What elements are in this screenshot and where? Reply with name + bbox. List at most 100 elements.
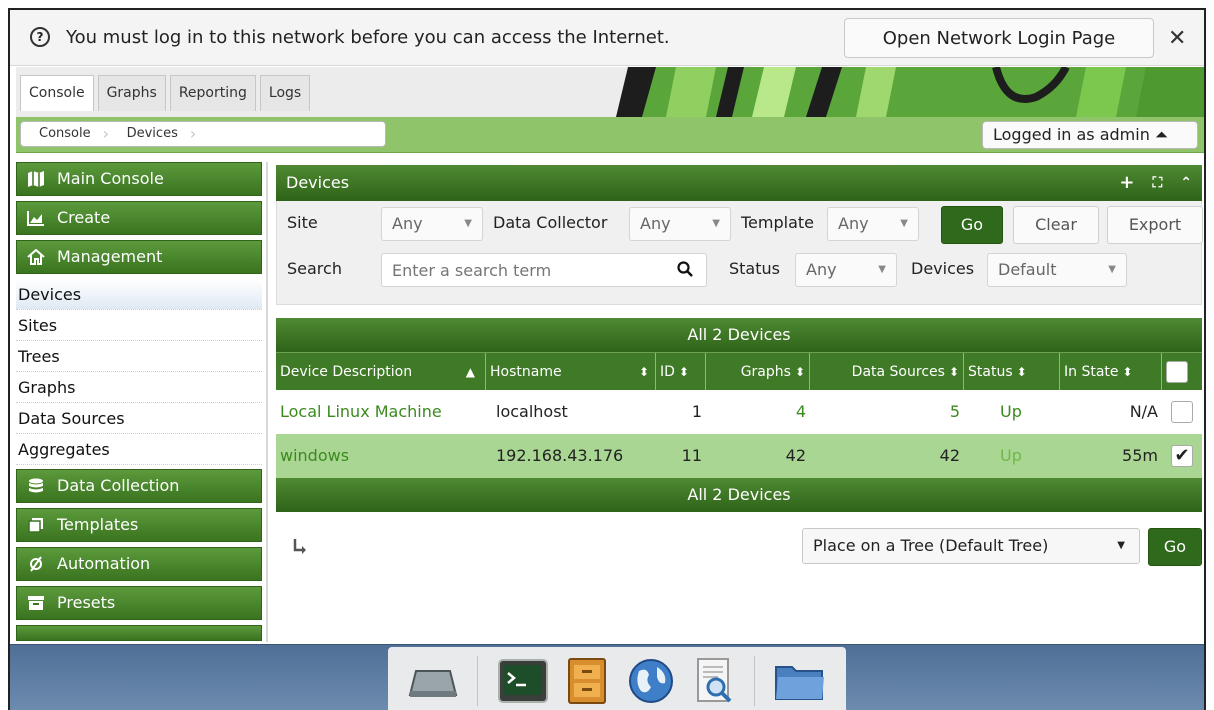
table-row[interactable]: windows 192.168.43.176 11 42 42 Up 55m ✔: [276, 434, 1202, 478]
template-select[interactable]: Any ▼: [827, 207, 919, 241]
drive-icon[interactable]: [408, 661, 458, 701]
file-cabinet-icon[interactable]: [567, 657, 607, 705]
app-header: Console Graphs Reporting Logs: [16, 67, 1204, 117]
search-input[interactable]: [381, 253, 707, 287]
tab-logs[interactable]: Logs: [259, 75, 311, 111]
chevron-down-icon: ▼: [464, 218, 472, 229]
action-go-button[interactable]: Go: [1148, 528, 1202, 566]
cell-select: [1162, 390, 1202, 434]
column-hostname[interactable]: Hostname ⬍: [486, 353, 656, 390]
sort-asc-icon: ▲: [465, 365, 475, 379]
column-data-sources[interactable]: Data Sources ⬍: [810, 353, 964, 390]
sidebar-header-data-collection[interactable]: Data Collection: [16, 469, 262, 503]
status-select-value: Any: [806, 260, 837, 279]
sidebar-header-label: Main Console: [57, 169, 164, 188]
column-label: Hostname: [490, 364, 562, 380]
site-select[interactable]: Any ▼: [381, 207, 483, 241]
table-caption: All 2 Devices: [276, 318, 1202, 352]
breadcrumb-devices[interactable]: Devices ›: [109, 122, 197, 146]
corner-arrow-icon: [293, 539, 306, 554]
tree-select-value: Place on a Tree (Default Tree): [813, 536, 1049, 555]
devices-panel: Devices + ⛶ ⌃ Site Any ▼ Data Collector A…: [276, 165, 1203, 315]
site-select-value: Any: [392, 214, 423, 233]
data-collector-select[interactable]: Any ▼: [629, 207, 731, 241]
status-select[interactable]: Any ▼: [795, 253, 897, 287]
sidebar-item-graphs[interactable]: Graphs: [16, 372, 262, 403]
sidebar-header-management[interactable]: Management: [16, 240, 262, 274]
sidebar-item-sites[interactable]: Sites: [16, 310, 262, 341]
devices-rows-select[interactable]: Default ▼: [987, 253, 1127, 287]
cell-description[interactable]: Local Linux Machine: [276, 390, 486, 434]
document-search-icon[interactable]: [694, 657, 734, 705]
devices-select-value: Default: [998, 260, 1057, 279]
template-label: Template: [741, 213, 815, 232]
tab-reporting[interactable]: Reporting: [169, 75, 256, 111]
cell-data-sources[interactable]: 5: [810, 390, 964, 434]
collapse-icon[interactable]: ⌃: [1180, 165, 1192, 201]
site-label: Site: [287, 213, 318, 232]
sidebar-header-label: Management: [57, 247, 163, 266]
network-login-notification: ? You must log in to this network before…: [10, 10, 1204, 66]
table-row[interactable]: Local Linux Machine localhost 1 4 5 Up N…: [276, 390, 1202, 434]
sidebar-header-presets[interactable]: Presets: [16, 586, 262, 620]
breadcrumb-console[interactable]: Console ›: [21, 122, 109, 146]
column-graphs[interactable]: Graphs ⬍: [706, 353, 810, 390]
export-button[interactable]: Export: [1107, 206, 1203, 244]
home-icon: [27, 249, 45, 265]
sidebar-item-aggregates[interactable]: Aggregates: [16, 434, 262, 465]
data-collector-label: Data Collector: [493, 213, 608, 232]
folder-icon[interactable]: [774, 659, 826, 703]
cell-id: 11: [681, 446, 702, 465]
open-network-login-button[interactable]: Open Network Login Page: [844, 18, 1154, 58]
breadcrumb-label: Console: [39, 126, 91, 141]
sidebar-item-data-sources[interactable]: Data Sources: [16, 403, 262, 434]
column-label: In State: [1064, 364, 1119, 380]
panel-actions: + ⛶ ⌃: [1119, 165, 1192, 201]
sidebar-item-trees[interactable]: Trees: [16, 341, 262, 372]
tree-action-select[interactable]: Place on a Tree (Default Tree) ▼: [802, 528, 1140, 564]
clear-button[interactable]: Clear: [1013, 206, 1099, 244]
column-label: Status: [968, 364, 1013, 380]
sidebar-item-devices[interactable]: Devices: [16, 279, 262, 310]
column-id[interactable]: ID ⬍: [656, 353, 706, 390]
map-icon: [28, 171, 44, 187]
user-menu[interactable]: Logged in as admin ⏶: [982, 121, 1198, 149]
filter-go-button[interactable]: Go: [941, 206, 1003, 244]
dock-separator: [477, 656, 479, 706]
column-device-description[interactable]: Device Description ▲: [276, 353, 486, 390]
cell-in-state: N/A: [1129, 402, 1158, 421]
sort-icon: ⬍: [794, 365, 805, 379]
column-label: Device Description: [280, 364, 413, 380]
sidebar-header-main-console[interactable]: Main Console: [16, 162, 262, 196]
sidebar-header-automation[interactable]: Automation: [16, 547, 262, 581]
select-all-checkbox[interactable]: [1166, 361, 1188, 383]
close-icon[interactable]: ✕: [1168, 26, 1186, 51]
tab-console[interactable]: Console: [20, 75, 94, 111]
cell-data-sources[interactable]: 42: [810, 434, 964, 478]
sidebar-header-create[interactable]: Create: [16, 201, 262, 235]
row-checkbox[interactable]: [1171, 401, 1193, 423]
app-window: ? You must log in to this network before…: [8, 8, 1206, 710]
row-checkbox[interactable]: ✔: [1171, 445, 1193, 467]
status-label: Status: [729, 259, 780, 278]
column-status[interactable]: Status ⬍: [964, 353, 1060, 390]
sidebar-header-templates[interactable]: Templates: [16, 508, 262, 542]
cell-graphs[interactable]: 42: [706, 434, 810, 478]
column-label: Data Sources: [851, 364, 945, 380]
sidebar-header-label: Templates: [57, 515, 139, 534]
column-in-state[interactable]: In State ⬍: [1060, 353, 1162, 390]
sidebar-header-more[interactable]: [16, 625, 262, 641]
tab-graphs[interactable]: Graphs: [97, 75, 166, 111]
table-header: Device Description ▲ Hostname ⬍ ID ⬍ Graphs…: [276, 352, 1202, 390]
cell-description[interactable]: windows: [276, 434, 486, 478]
add-icon[interactable]: +: [1119, 165, 1134, 201]
cell-id: 1: [691, 402, 702, 421]
automation-icon: [30, 556, 42, 572]
cell-graphs[interactable]: 4: [706, 390, 810, 434]
globe-icon[interactable]: [627, 657, 675, 705]
fullscreen-icon[interactable]: ⛶: [1152, 165, 1162, 201]
chevron-right-icon: ›: [189, 124, 197, 143]
sidebar-header-label: Presets: [57, 593, 116, 612]
terminal-icon[interactable]: [497, 659, 548, 703]
search-icon[interactable]: [677, 261, 693, 277]
